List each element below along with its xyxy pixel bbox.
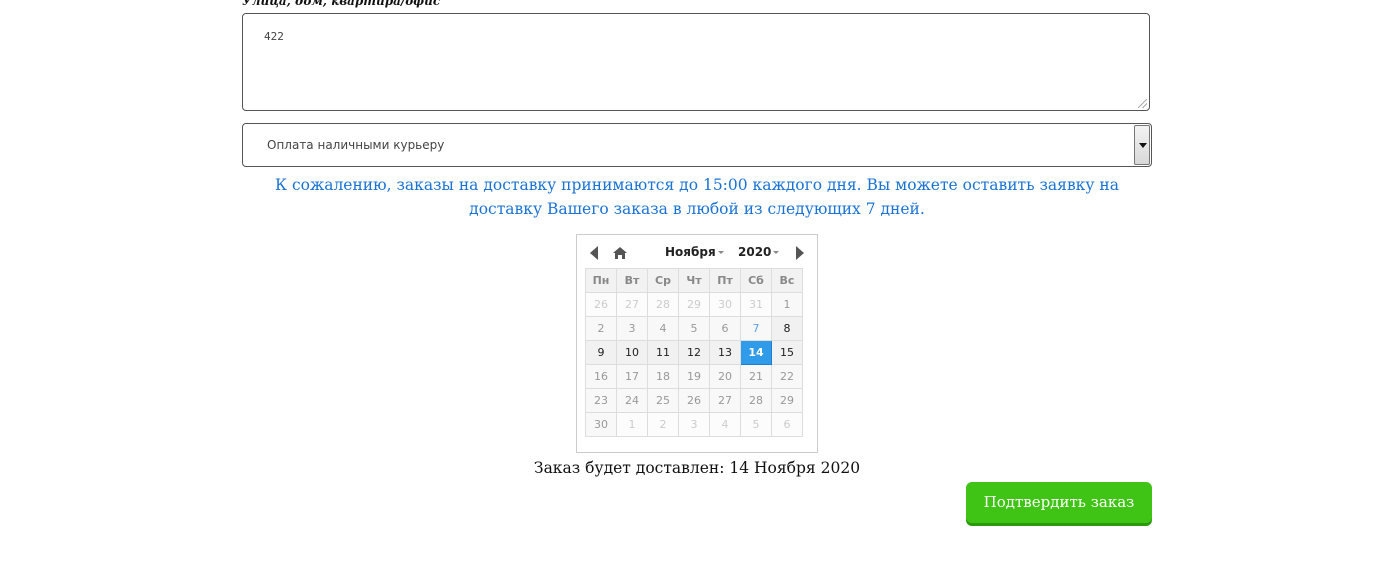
calendar-day: 18 [647,364,679,389]
calendar-day-selected[interactable]: 14 [740,340,772,365]
calendar-day: 19 [678,364,710,389]
calendar-week-row: 9 10 11 12 13 14 15 [585,340,803,365]
weekday-header: Ср [647,268,679,293]
prev-month-icon[interactable] [590,246,598,260]
calendar-day[interactable]: 8 [771,316,803,341]
home-icon[interactable] [612,246,628,260]
calendar-day: 7 [740,316,772,341]
calendar-week-row: 26 27 28 29 30 31 1 [585,292,803,317]
calendar-day: 26 [678,388,710,413]
year-selector[interactable]: 2020 [738,245,780,259]
calendar-day: 5 [678,316,710,341]
calendar-day: 1 [771,292,803,317]
calendar-day: 20 [709,364,741,389]
calendar-day: 1 [616,412,648,437]
calendar-day: 23 [585,388,617,413]
weekday-header: Пт [709,268,741,293]
checkout-page: Улица, дом, квартира/офис 422 Оплата нал… [0,0,1393,572]
calendar-week-row: 2345678 [585,316,803,341]
weekday-header: Вс [771,268,803,293]
delivery-date-text: Заказ будет доставлен: 14 Ноября 2020 [533,459,861,477]
calendar-grid: Пн Вт Ср Чт Пт Сб Вс 26 27 28 29 30 31 1 2 3 4 5 6 7 8 9 10 11… [585,268,803,437]
calendar-day: 27 [616,292,648,317]
calendar-week-row: 16 17 18 19 20 21 22 [585,364,803,389]
calendar-day: 28 [647,292,679,317]
payment-method-select[interactable]: Оплата наличными курьеру [242,123,1152,167]
calendar-day: 30 [585,412,617,437]
year-caret-icon [773,251,780,254]
calendar-day: 26 [585,292,617,317]
calendar-day: 3 [616,316,648,341]
weekday-header: Чт [678,268,710,293]
calendar-day: 16 [585,364,617,389]
calendar-day: 5 [740,412,772,437]
calendar-day: 29 [678,292,710,317]
payment-method-value: Оплата наличными курьеру [267,138,445,152]
calendar-day[interactable]: 9 [585,340,617,365]
calendar-day: 17 [616,364,648,389]
calendar-week-row: 30 1 2 3 4 5 6 [585,412,803,437]
resize-grip-icon[interactable] [1138,99,1147,108]
calendar-day: 28 [740,388,772,413]
address-textarea[interactable]: 422 [242,13,1150,111]
weekday-header: Пн [585,268,617,293]
calendar-days: 26 27 28 29 30 31 1 2 3 4 5 6 7 8 9 10 11 12 13 14 15 16 17 18 1… [585,292,803,437]
calendar-week-row: 23 24 25 26 27 28 29 [585,388,803,413]
calendar-day[interactable]: 11 [647,340,679,365]
calendar-day: 27 [709,388,741,413]
calendar-day: 6 [709,316,741,341]
calendar-day[interactable]: 10 [616,340,648,365]
weekday-header: Вт [616,268,648,293]
confirm-order-button[interactable]: Подтвердить заказ [966,482,1152,523]
calendar-day[interactable]: 15 [771,340,803,365]
calendar-day: 3 [678,412,710,437]
next-month-icon[interactable] [796,246,804,260]
weekday-header-row: Пн Вт Ср Чт Пт Сб Вс [585,268,803,293]
calendar-day: 31 [740,292,772,317]
month-label: Ноября [665,245,716,259]
calendar-day: 29 [771,388,803,413]
calendar-day: 4 [647,316,679,341]
calendar-day: 25 [647,388,679,413]
calendar-day: 24 [616,388,648,413]
year-label: 2020 [738,245,772,259]
address-value: 422 [264,30,284,43]
calendar-day: 2 [585,316,617,341]
calendar-day: 30 [709,292,741,317]
month-caret-icon [717,251,724,254]
address-label: Улица, дом, квартира/офис [242,0,441,8]
weekday-header: Сб [740,268,772,293]
delivery-notice: К сожалению, заказы на доставку принимаю… [275,176,1119,218]
calendar-day[interactable]: 13 [709,340,741,365]
calendar-day: 6 [771,412,803,437]
calendar-day: 4 [709,412,741,437]
calendar-day: 22 [771,364,803,389]
month-selector[interactable]: Ноября [665,245,724,259]
date-picker: Ноября 2020 Пн Вт Ср Чт Пт Сб Вс 26 27 28 29 30 31 1… [576,234,818,453]
calendar-day: 21 [740,364,772,389]
dropdown-arrow-icon[interactable] [1134,125,1150,165]
calendar-day: 2 [647,412,679,437]
calendar-day[interactable]: 12 [678,340,710,365]
